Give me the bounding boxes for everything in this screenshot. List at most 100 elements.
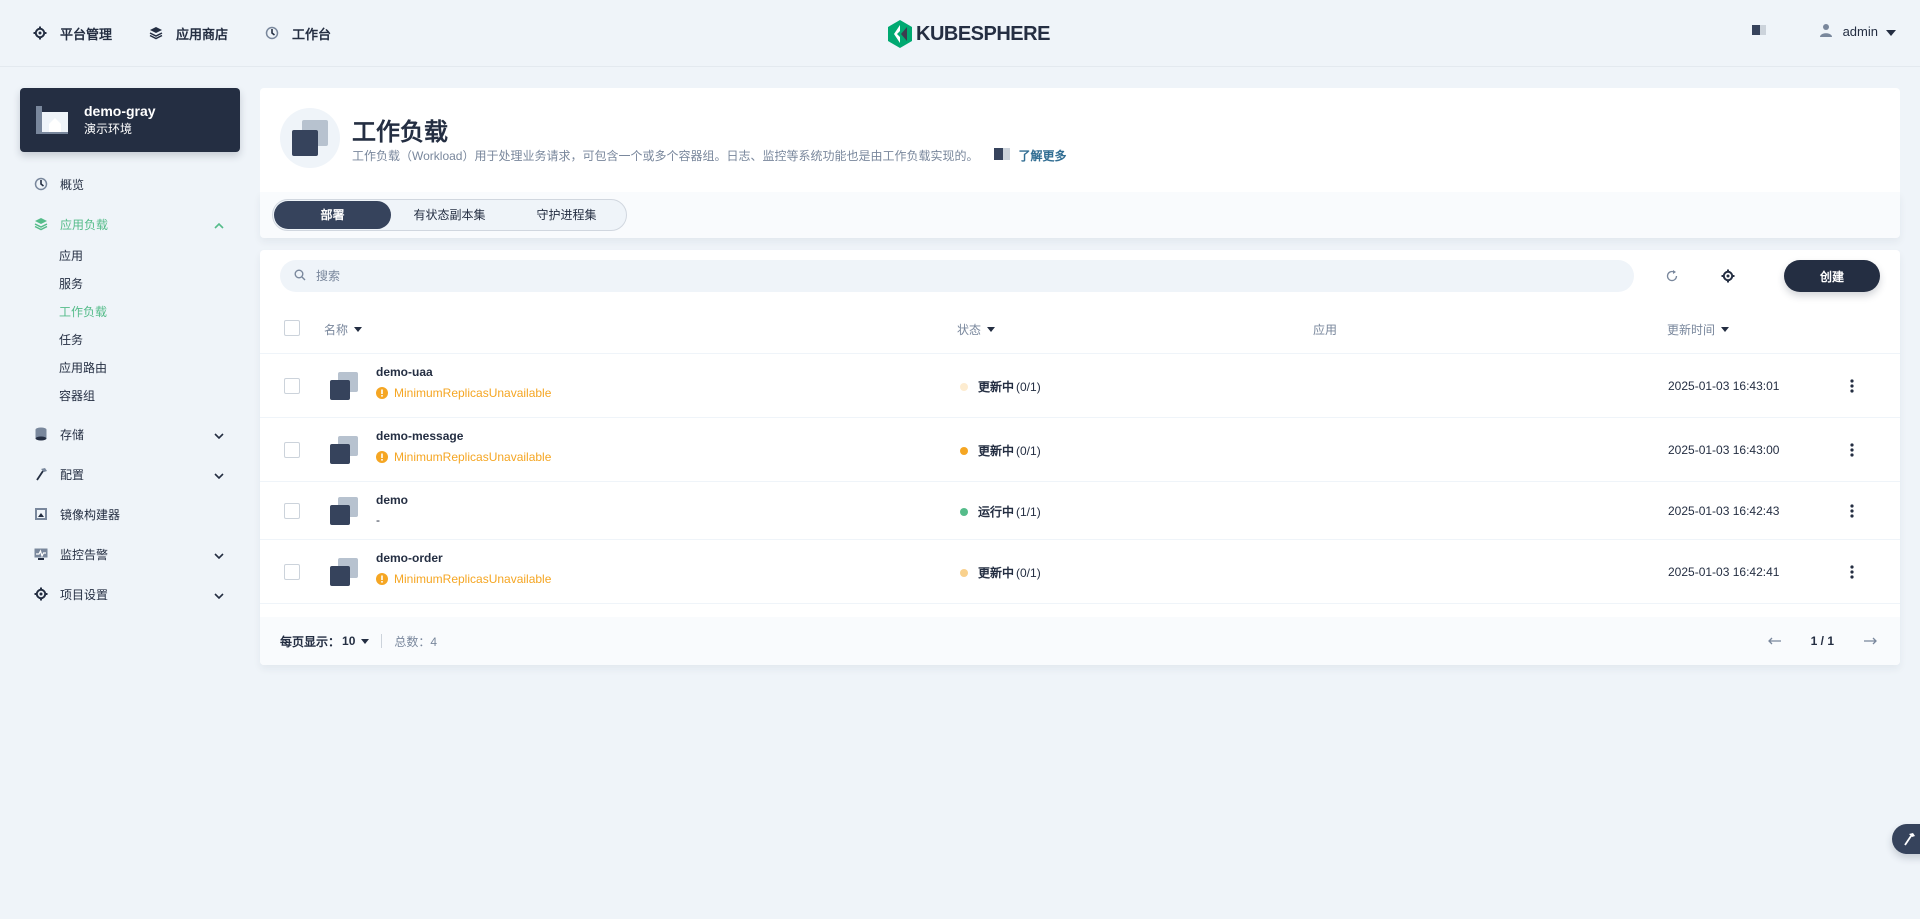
search-bar[interactable] [280,260,1634,292]
kubesphere-logo[interactable]: KUBESPHERE [888,20,1050,48]
sidebar-subitem-pods[interactable]: 容器组 [20,382,240,410]
dashboard-icon [264,25,280,41]
workload-name[interactable]: demo-message [376,429,463,443]
workload-condition: MinimumReplicasUnavailable [376,450,551,464]
status-dot [960,507,968,516]
sidebar-subitem-routes[interactable]: 应用路由 [20,354,240,382]
more-vertical-icon [1850,443,1854,457]
arrow-left-icon [1767,637,1781,645]
workload-name[interactable]: demo [376,493,408,507]
row-checkbox[interactable] [284,442,300,458]
updated-time: 2025-01-03 16:43:00 [1668,443,1780,457]
more-actions-button[interactable] [1842,440,1862,460]
column-header-status[interactable]: 状态 [957,321,996,338]
layers-icon [148,25,164,41]
table-row[interactable]: demo-order MinimumReplicasUnavailable 更新… [260,540,1900,604]
status-badge: 更新中 (0/1) [960,442,1041,459]
sidebar-item-overview[interactable]: 概览 [20,170,240,198]
topnav-app-store[interactable]: 应用商店 [148,24,228,43]
page-size-select[interactable]: 每页显示： 10 [280,633,370,650]
workload-condition-text: MinimumReplicasUnavailable [394,386,552,400]
sidebar-item-app-workloads[interactable]: 应用负载 [20,210,240,238]
sidebar-subitem-services[interactable]: 服务 [20,270,240,298]
refresh-button[interactable] [1660,264,1684,288]
tab-daemonsets[interactable]: 守护进程集 [508,201,625,229]
search-input[interactable] [316,269,1616,283]
table-row[interactable]: demo-uaa MinimumReplicasUnavailable 更新中 … [260,354,1900,418]
sidebar-item-configuration[interactable]: 配置 [20,460,240,488]
tab-deployments[interactable]: 部署 [274,201,391,229]
top-bar: 平台管理 应用商店 工作台 KUBESPHERE admin [0,0,1920,67]
warning-icon [376,573,388,585]
chevron-down-icon [214,548,224,562]
topnav-label: 平台管理 [60,26,113,42]
caret-down-icon [361,638,370,644]
caret-down-icon [1721,327,1730,332]
more-actions-button[interactable] [1842,501,1862,521]
topnav-workbench[interactable]: 工作台 [264,24,331,43]
select-all-checkbox[interactable] [284,320,300,336]
dashboard-icon [34,177,48,191]
toolbox-button[interactable] [1892,824,1920,854]
table-toolbar: 创建 [260,250,1900,302]
sidebar-item-monitoring-alerting[interactable]: 监控告警 [20,540,240,568]
book-icon [994,148,1011,163]
row-checkbox[interactable] [284,378,300,394]
workspace-card[interactable]: demo-gray 演示环境 [20,88,240,152]
hammer-icon [1904,833,1915,846]
create-button[interactable]: 创建 [1784,260,1880,292]
kubectl-icon[interactable] [1751,22,1767,41]
topnav-platform-management[interactable]: 平台管理 [32,24,112,43]
table-row[interactable]: demo-message MinimumReplicasUnavailable … [260,418,1900,482]
status-count: (1/1) [1016,504,1041,519]
page-size-label: 每页显示： [280,634,341,649]
table-row[interactable]: demo - 运行中 (1/1) 2025-01-03 16:42:43 [260,482,1900,540]
page-title: 工作负载 [352,119,448,146]
caret-down-icon [987,327,996,332]
user-menu[interactable]: admin [1819,23,1896,40]
next-page-button[interactable] [1860,633,1880,649]
row-checkbox[interactable] [284,564,300,580]
refresh-icon [1666,270,1678,282]
more-vertical-icon [1850,504,1854,518]
status-badge: 更新中 (0/1) [960,378,1041,395]
prev-page-button[interactable] [1765,633,1785,649]
workload-type-tabs: 部署 有状态副本集 守护进程集 [272,199,627,231]
table-settings-button[interactable] [1716,264,1740,288]
sidebar-item-label: 镜像构建器 [60,507,121,522]
learn-more-link[interactable]: 了解更多 [994,147,1067,164]
workload-name[interactable]: demo-order [376,551,443,565]
sidebar-subitem-apps[interactable]: 应用 [20,242,240,270]
workload-condition: MinimumReplicasUnavailable [376,386,551,400]
workspace-subtitle: 演示环境 [84,122,133,136]
sidebar-item-image-builder[interactable]: 镜像构建器 [20,500,240,528]
sidebar-item-storage[interactable]: 存储 [20,420,240,448]
column-header-name[interactable]: 名称 [324,321,363,338]
sidebar-subitem-workloads[interactable]: 工作负载 [20,298,240,326]
chevron-down-icon [214,468,224,482]
more-actions-button[interactable] [1842,562,1862,582]
sidebar-item-label: 存储 [60,427,85,442]
monitor-icon [34,547,48,561]
tab-statefulsets[interactable]: 有状态副本集 [391,201,508,229]
row-checkbox[interactable] [284,503,300,519]
column-header-label: 状态 [957,323,982,337]
sidebar-subitem-jobs[interactable]: 任务 [20,326,240,354]
workload-icon [280,108,340,168]
workload-table-card: 创建 名称 状态 应用 更新时间 demo-uaa [260,250,1900,665]
sidebar-item-project-settings[interactable]: 项目设置 [20,580,240,608]
top-right-actions: admin [1751,22,1896,41]
workload-name[interactable]: demo-uaa [376,365,433,379]
workload-icon [330,372,358,400]
warning-icon [376,451,388,463]
topnav-label: 工作台 [292,26,332,42]
more-actions-button[interactable] [1842,376,1862,396]
hammer-icon [34,467,48,481]
search-icon [294,269,306,284]
image-builder-icon [34,507,48,521]
tabs-bar: 部署 有状态副本集 守护进程集 [260,192,1900,238]
column-header-updated[interactable]: 更新时间 [1667,321,1730,338]
more-vertical-icon [1850,379,1854,393]
top-nav: 平台管理 应用商店 工作台 [32,24,367,43]
caret-down-icon [1886,24,1896,39]
